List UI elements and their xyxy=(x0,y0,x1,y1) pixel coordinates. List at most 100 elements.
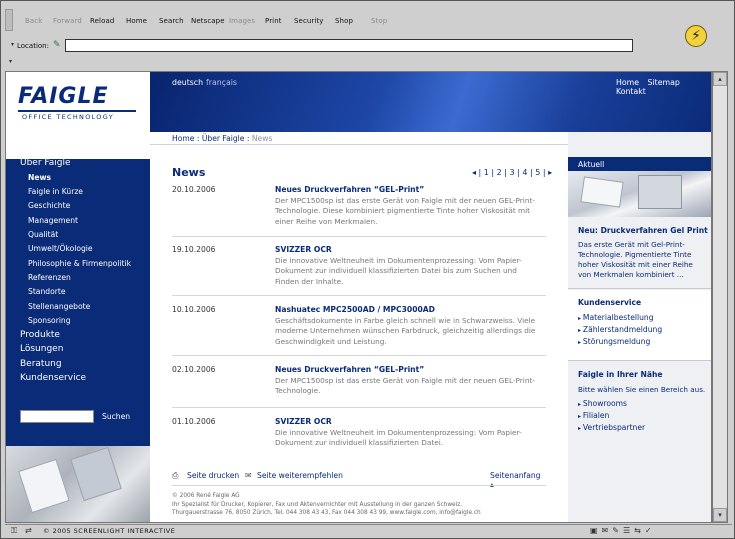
logo-tagline: OFFICE TECHNOLOGY xyxy=(22,113,114,121)
kundenservice-title: Kundenservice xyxy=(578,298,642,307)
back-button[interactable]: Back xyxy=(25,17,42,25)
page-tools: ⎙ Seite drucken ✉ Seite weiterempfehlen … xyxy=(172,471,546,489)
location-input[interactable] xyxy=(65,39,633,52)
nav-qualitaet[interactable]: Qualität xyxy=(28,230,58,239)
nav-loesungen[interactable]: Lösungen xyxy=(20,344,63,354)
kontakt-link[interactable]: Kontakt xyxy=(616,87,646,96)
tools-rule xyxy=(172,485,546,486)
news-item: 01.10.2006 SVIZZER OCR Die innovative We… xyxy=(172,417,546,457)
print-page-link[interactable]: Seite drucken xyxy=(187,471,239,480)
news-headline-link[interactable]: Neues Druckverfahren “GEL-Print” xyxy=(275,365,424,374)
news-date: 01.10.2006 xyxy=(172,417,216,426)
security-lock-icon[interactable]: ⚿ xyxy=(11,526,17,536)
nav-beratung[interactable]: Beratung xyxy=(20,359,62,369)
vertriebspartner-link[interactable]: Vertriebspartner xyxy=(578,423,645,432)
component-bar-icons[interactable]: ▣✉✎☰⇆✓ xyxy=(590,526,656,535)
zaehlerstandmeldung-link[interactable]: Zählerstandmeldung xyxy=(578,325,662,334)
teaser-body: Das erste Gerät mit Gel-Print-Technologi… xyxy=(578,240,693,279)
photo-paper xyxy=(580,176,624,208)
news-item: 10.10.2006 Nashuatec MPC2500AD / MPC3000… xyxy=(172,305,546,356)
nav-umwelt[interactable]: Umwelt/Ökologie xyxy=(28,244,93,253)
showrooms-link[interactable]: Showrooms xyxy=(578,399,627,408)
photo-device xyxy=(70,446,122,502)
breadcrumb-rule xyxy=(150,144,568,145)
stop-button[interactable]: Stop xyxy=(371,17,387,25)
pagination[interactable]: ◂ | 1 | 2 | 3 | 4 | 5 | ▸ xyxy=(472,168,552,177)
forward-button[interactable]: Forward xyxy=(53,17,82,25)
breadcrumb-separator: : xyxy=(246,134,250,143)
search-input[interactable] xyxy=(20,410,94,423)
navigation-toolbar: Back Forward Reload Home Search Netscape… xyxy=(5,7,685,37)
home-button[interactable]: Home xyxy=(126,17,147,25)
nav-sponsoring[interactable]: Sponsoring xyxy=(28,316,71,325)
news-item: 02.10.2006 Neues Druckverfahren “GEL-Pri… xyxy=(172,365,546,415)
materialbestellung-link[interactable]: Materialbestellung xyxy=(578,313,654,322)
security-button[interactable]: Security xyxy=(294,17,324,25)
images-button[interactable]: Images xyxy=(229,17,255,25)
news-teaser: Der MPC1500sp ist das erste Gerät von Fa… xyxy=(275,196,535,226)
lang-de-link[interactable]: deutsch xyxy=(172,78,203,87)
teaser-box: Neu: Druckverfahren Gel Print Das erste … xyxy=(568,222,711,286)
nav-kundenservice[interactable]: Kundenservice xyxy=(20,373,86,383)
breadcrumb-home[interactable]: Home xyxy=(172,134,194,143)
location-bar: ▾ Location: ✎ xyxy=(5,38,685,54)
stoerungsmeldung-link[interactable]: Störungsmeldung xyxy=(578,337,650,346)
envelope-icon[interactable]: ✉ xyxy=(245,471,252,480)
breadcrumb-separator: : xyxy=(196,134,200,143)
recommend-page-link[interactable]: Seite weiterempfehlen xyxy=(257,471,343,480)
netscape-throbber-icon[interactable]: ⚡ xyxy=(685,25,707,47)
nav-ueber-faigle[interactable]: Über Faigle xyxy=(20,158,71,168)
filialen-link[interactable]: Filialen xyxy=(578,411,609,420)
nav-faigle-in-kuerze[interactable]: Faigle in Kürze xyxy=(28,187,83,196)
location-collapse-icon[interactable]: ▾ xyxy=(11,41,14,48)
back-to-top-link[interactable]: Seitenanfang ▴ xyxy=(490,471,546,489)
sitemap-link[interactable]: Sitemap xyxy=(648,78,680,87)
location-label: Location: xyxy=(17,42,49,50)
page-proxy-icon[interactable]: ✎ xyxy=(53,40,62,51)
reload-button[interactable]: Reload xyxy=(90,17,114,25)
news-item: 19.10.2006 SVIZZER OCR Die innovative We… xyxy=(172,245,546,296)
breadcrumb: Home : Über Faigle : News xyxy=(172,134,272,143)
netscape-button[interactable]: Netscape xyxy=(191,17,225,25)
footer-tagline: Ihr Spezialist für Drucker, Kopierer, Fa… xyxy=(172,501,463,508)
nav-referenzen[interactable]: Referenzen xyxy=(28,273,71,282)
breadcrumb-ueber-faigle[interactable]: Über Faigle xyxy=(202,134,245,143)
logo-area[interactable]: FAIGLE OFFICE TECHNOLOGY xyxy=(6,72,150,147)
scroll-down-icon[interactable]: ▾ xyxy=(713,508,727,522)
news-teaser: Die innovative Weltneuheit im Dokumenten… xyxy=(275,428,522,448)
status-text: © 2005 SCREENLIGHT INTERACTIVE xyxy=(43,527,176,535)
top-links: Home Sitemap Kontakt xyxy=(610,78,711,96)
aktuell-photo[interactable] xyxy=(568,171,711,217)
search-submit-link[interactable]: Suchen xyxy=(102,412,130,421)
search-button[interactable]: Search xyxy=(159,17,184,25)
news-headline-link[interactable]: Neues Druckverfahren “GEL-Print” xyxy=(275,185,424,194)
teaser-title-link[interactable]: Neu: Druckverfahren Gel Print xyxy=(578,226,708,235)
nav-news[interactable]: News xyxy=(28,173,51,182)
news-teaser: Geschäftsdokumente in Farbe gleich schne… xyxy=(275,316,536,346)
logo-rule xyxy=(18,110,136,112)
nav-produkte[interactable]: Produkte xyxy=(20,330,60,340)
news-date: 20.10.2006 xyxy=(172,185,216,194)
kundenservice-box: Kundenservice Materialbestellung Zählers… xyxy=(568,290,711,360)
vertical-scrollbar[interactable]: ▴ ▾ xyxy=(712,71,728,523)
connection-icon: ⇄ xyxy=(25,526,32,535)
nav-standorte[interactable]: Standorte xyxy=(28,287,66,296)
print-button[interactable]: Print xyxy=(265,17,282,25)
news-headline-link[interactable]: SVIZZER OCR xyxy=(275,245,332,254)
nav-geschichte[interactable]: Geschichte xyxy=(28,201,70,210)
printer-icon[interactable]: ⎙ xyxy=(172,471,178,481)
personal-toolbar-collapse-icon[interactable]: ▾ xyxy=(9,58,12,65)
status-bar: ⚿ ⇄ © 2005 SCREENLIGHT INTERACTIVE ▣✉✎☰⇆… xyxy=(5,524,732,537)
news-headline-link[interactable]: SVIZZER OCR xyxy=(275,417,332,426)
news-headline-link[interactable]: Nashuatec MPC2500AD / MPC3000AD xyxy=(275,305,435,314)
lang-fr-link[interactable]: français xyxy=(206,78,237,87)
home-link[interactable]: Home xyxy=(616,78,639,87)
nav-management[interactable]: Management xyxy=(28,216,78,225)
page-title: News xyxy=(172,166,206,179)
shop-button[interactable]: Shop xyxy=(335,17,353,25)
news-date: 10.10.2006 xyxy=(172,305,216,314)
nav-stellenangebote[interactable]: Stellenangebote xyxy=(28,302,90,311)
footer: © 2006 René Faigle AG Ihr Spezialist für… xyxy=(172,492,481,518)
scroll-up-icon[interactable]: ▴ xyxy=(713,72,727,86)
nav-philosophie[interactable]: Philosophie & Firmenpolitik xyxy=(28,259,131,268)
